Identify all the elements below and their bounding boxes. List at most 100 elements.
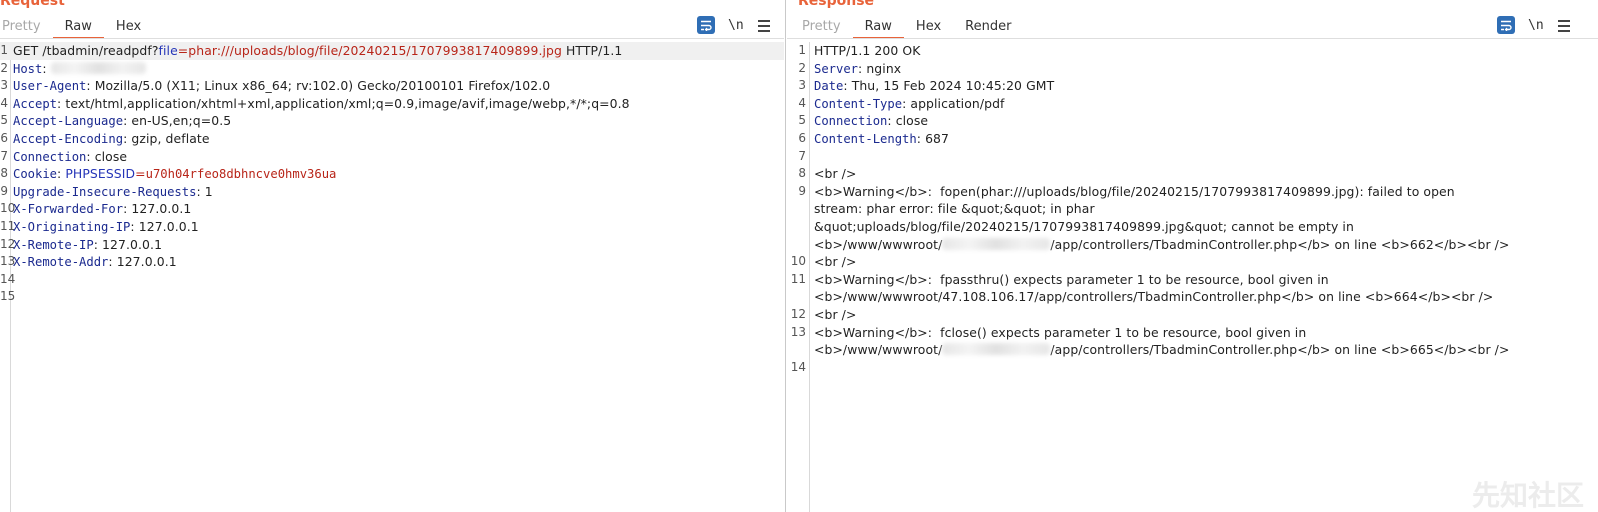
request-line: 13 X-Remote-Addr: 127.0.0.1 bbox=[0, 253, 784, 271]
show-newlines-button[interactable]: \n bbox=[1528, 18, 1544, 33]
line-number: 8 bbox=[798, 166, 806, 181]
request-line: 6 Accept-Encoding: gzip, deflate bbox=[0, 130, 784, 148]
response-editor[interactable]: 1 HTTP/1.1 200 OK 2 Server: nginx 3 Date: Thu… bbox=[787, 42, 1598, 512]
query-param-value: phar:///uploads/blog/file/20240215/17079… bbox=[188, 43, 562, 58]
body-text: <b>Warning</b>: fclose() expects paramet… bbox=[814, 324, 1307, 340]
request-toolbar: \n bbox=[697, 16, 770, 34]
body-text: /app/controllers/TbadminController.php</… bbox=[1050, 236, 1510, 252]
header-separator: : bbox=[843, 78, 852, 94]
request-protocol: HTTP/1.1 bbox=[561, 43, 623, 58]
header-value: Thu, 15 Feb 2024 10:45:20 GMT bbox=[851, 78, 1055, 94]
line-number: 10 bbox=[790, 254, 806, 269]
line-content: Accept-Language: en-US,en;q=0.5 bbox=[13, 112, 231, 131]
tab-hex[interactable]: Hex bbox=[904, 18, 953, 38]
line-content: Date: Thu, 15 Feb 2024 10:45:20 GMT bbox=[814, 77, 1054, 96]
show-newlines-button[interactable]: \n bbox=[728, 18, 744, 33]
response-line: stream: phar error: file &quot;&quot; in… bbox=[787, 200, 1598, 218]
response-line: 4 Content-Type: application/pdf bbox=[787, 95, 1598, 113]
line-content: &quot;uploads/blog/file/20240215/1707993… bbox=[814, 218, 1354, 236]
line-content: <b>Warning</b>: fopen(phar:///uploads/bl… bbox=[814, 183, 1455, 201]
redacted-ip bbox=[942, 343, 1051, 356]
line-number: 4 bbox=[0, 95, 8, 110]
header-value: 127.0.0.1 bbox=[102, 236, 163, 252]
request-line: 14 bbox=[0, 271, 784, 289]
header-value: 127.0.0.1 bbox=[131, 201, 192, 217]
line-number: 14 bbox=[790, 359, 806, 374]
request-line: 2 Host: bbox=[0, 60, 784, 78]
header-separator: : bbox=[108, 254, 117, 270]
body-text: <b>Warning</b>: fpassthru() expects para… bbox=[814, 271, 1329, 287]
request-line: 7 Connection: close bbox=[0, 148, 784, 166]
response-line: 1 HTTP/1.1 200 OK bbox=[787, 42, 1598, 60]
response-line: 8 <br /> bbox=[787, 165, 1598, 183]
response-line: 9 <b>Warning</b>: fopen(phar:///uploads/b… bbox=[787, 183, 1598, 201]
request-line: 8 Cookie: PHPSESSID=u70h04rfeo8dbhncve0hm… bbox=[0, 165, 784, 183]
response-line: <b>/www/wwwroot/ /app/controllers/Tbadmin… bbox=[787, 236, 1598, 254]
menu-icon[interactable] bbox=[757, 19, 770, 32]
line-number: 8 bbox=[0, 166, 8, 181]
response-line: &quot;uploads/blog/file/20240215/1707993… bbox=[787, 218, 1598, 236]
header-name: Accept bbox=[13, 96, 58, 111]
body-text: <br /> bbox=[814, 307, 857, 322]
body-text: <br /> bbox=[814, 254, 857, 270]
header-value: gzip, deflate bbox=[131, 131, 210, 146]
header-name: X-Forwarded-For bbox=[13, 202, 124, 217]
response-line: 14 bbox=[787, 359, 1598, 377]
line-content: Host: bbox=[13, 60, 146, 79]
response-toolbar: \n bbox=[1497, 16, 1570, 34]
response-line: 10 <br /> bbox=[787, 253, 1598, 271]
request-editor[interactable]: 1 GET /tbadmin/readpdf?file=phar:///uploa… bbox=[0, 42, 784, 512]
tab-hex[interactable]: Hex bbox=[104, 18, 153, 38]
menu-icon[interactable] bbox=[1557, 19, 1570, 32]
header-separator: : bbox=[86, 148, 95, 164]
line-content: Connection: close bbox=[814, 112, 928, 131]
header-separator: : bbox=[196, 183, 205, 199]
header-value: 127.0.0.1 bbox=[138, 219, 199, 234]
header-name: Content-Type bbox=[814, 96, 903, 111]
line-number: 6 bbox=[0, 131, 8, 145]
line-number: 14 bbox=[0, 271, 16, 286]
header-name: Cookie bbox=[13, 167, 58, 182]
redacted-ip bbox=[942, 237, 1051, 250]
body-text: <b>Warning</b>: fopen(phar:///uploads/bl… bbox=[814, 183, 1455, 199]
line-number: 5 bbox=[798, 113, 806, 128]
status-line: HTTP/1.1 200 OK bbox=[814, 43, 921, 58]
request-line: 12 X-Remote-IP: 127.0.0.1 bbox=[0, 236, 784, 254]
header-value: text/html,application/xhtml+xml,applicat… bbox=[65, 95, 630, 111]
response-line: 7 bbox=[787, 148, 1598, 166]
request-line: 5 Accept-Language: en-US,en;q=0.5 bbox=[0, 112, 784, 130]
tab-pretty[interactable]: Pretty bbox=[0, 18, 53, 38]
request-line: 10 X-Forwarded-For: 127.0.0.1 bbox=[0, 200, 784, 218]
line-content: Content-Type: application/pdf bbox=[814, 95, 1005, 114]
line-number: 11 bbox=[0, 219, 16, 233]
response-line: 12 <br /> bbox=[787, 306, 1598, 324]
tab-raw[interactable]: Raw bbox=[52, 18, 105, 39]
line-content: GET /tbadmin/readpdf?file=phar:///upload… bbox=[13, 42, 622, 60]
tab-pretty[interactable]: Pretty bbox=[798, 18, 853, 38]
header-separator: : bbox=[130, 219, 139, 234]
line-content: <b>Warning</b>: fpassthru() expects para… bbox=[814, 271, 1329, 289]
header-value: 687 bbox=[925, 131, 950, 146]
pane-divider[interactable] bbox=[785, 0, 786, 512]
header-value: nginx bbox=[866, 60, 902, 76]
response-line: 3 Date: Thu, 15 Feb 2024 10:45:20 GMT bbox=[787, 77, 1598, 95]
body-text: <b>/www/wwwroot/ bbox=[814, 342, 943, 358]
tab-render[interactable]: Render bbox=[953, 18, 1023, 38]
request-title: Request bbox=[0, 0, 65, 9]
body-text: <br /> bbox=[814, 166, 857, 182]
tab-raw[interactable]: Raw bbox=[852, 18, 905, 39]
body-text: <b>/www/wwwroot/47.108.106.17/app/contro… bbox=[814, 289, 1494, 305]
header-value: 1 bbox=[204, 183, 213, 199]
wrap-lines-button[interactable] bbox=[1497, 16, 1515, 34]
header-value: application/pdf bbox=[910, 95, 1005, 111]
body-text: <b>/www/wwwroot/ bbox=[814, 236, 943, 252]
wrap-lines-button[interactable] bbox=[697, 16, 715, 34]
line-number: 1 bbox=[798, 43, 806, 57]
request-line: 11 X-Originating-IP: 127.0.0.1 bbox=[0, 218, 784, 236]
response-line: 13 <b>Warning</b>: fclose() expects param… bbox=[787, 324, 1598, 342]
line-content: Cookie: PHPSESSID=u70h04rfeo8dbhncve0hmv… bbox=[13, 165, 336, 184]
line-number: 9 bbox=[798, 183, 806, 198]
cookie-value: u70h04rfeo8dbhncve0hmv36ua bbox=[145, 167, 337, 182]
header-name: Date bbox=[814, 79, 844, 94]
request-line: 15 bbox=[0, 288, 784, 306]
